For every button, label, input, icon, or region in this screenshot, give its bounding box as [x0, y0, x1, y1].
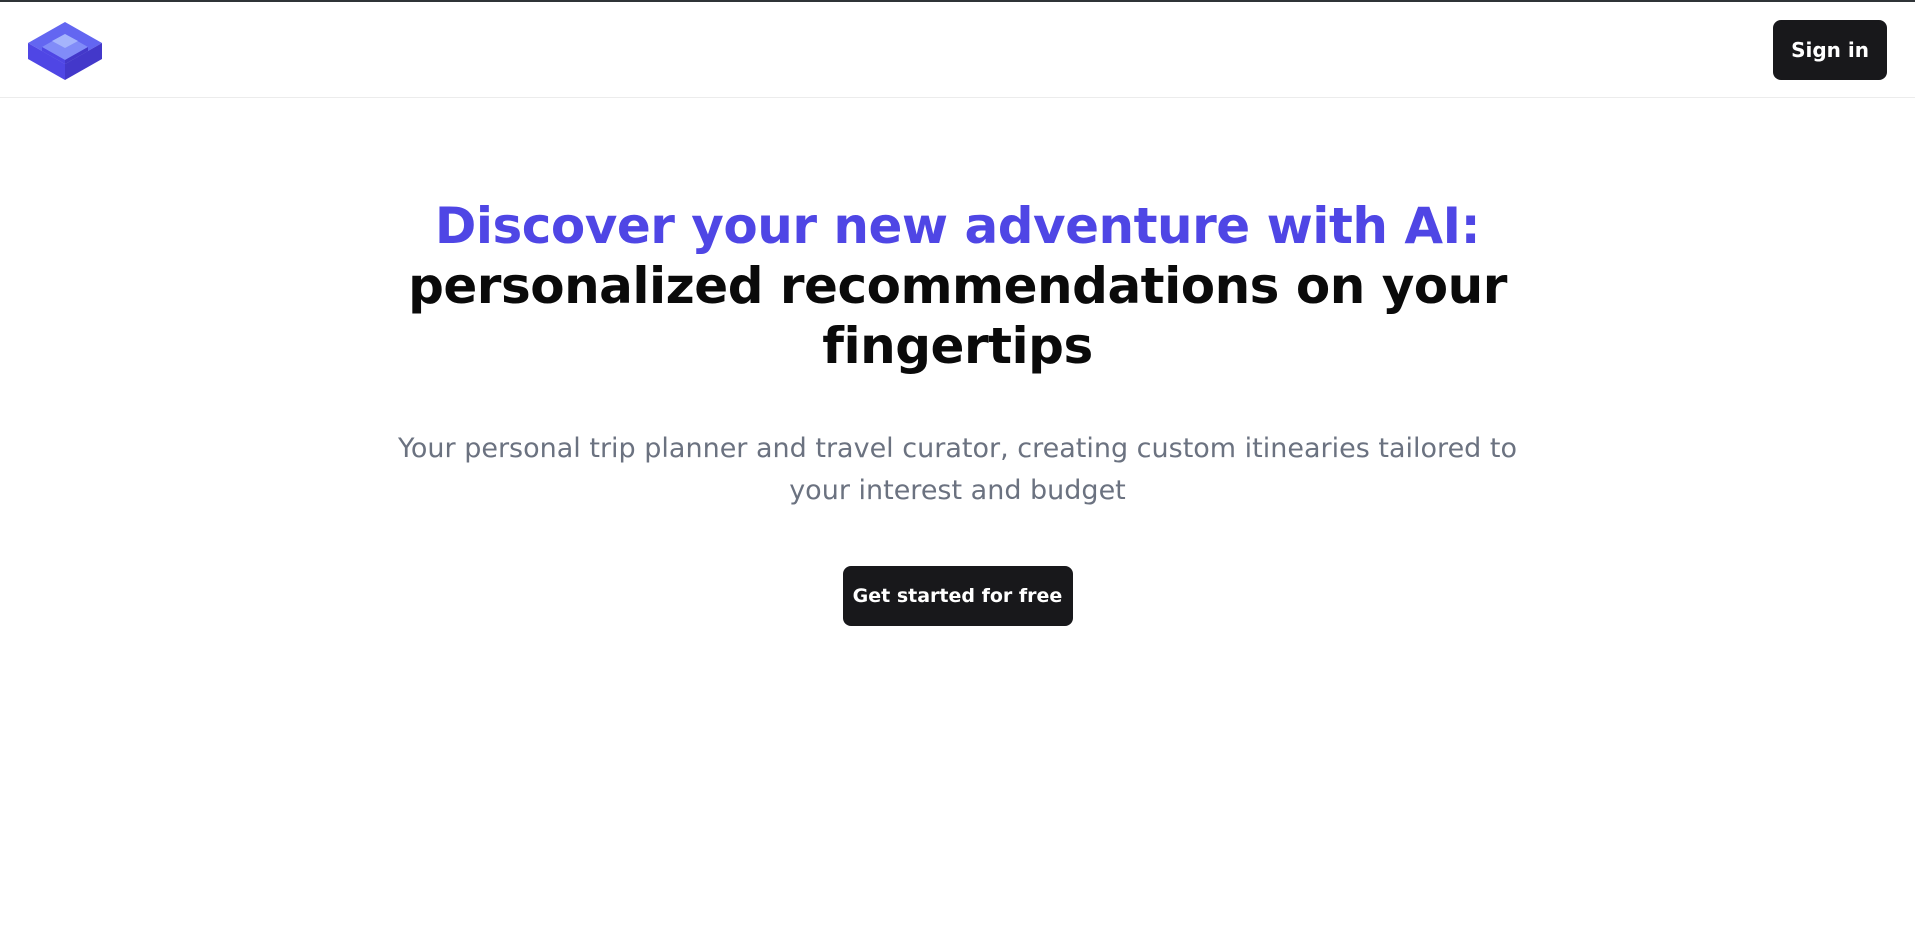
get-started-button[interactable]: Get started for free	[842, 566, 1073, 626]
hero-subtitle: Your personal trip planner and travel cu…	[397, 433, 1518, 506]
hero-section: Discover your new adventure with AI: per…	[0, 196, 1915, 626]
stacked-layers-icon	[28, 22, 102, 80]
navbar: Sign in	[0, 2, 1915, 98]
hero-headline: Discover your new adventure with AI: per…	[408, 196, 1508, 376]
sign-in-button[interactable]: Sign in	[1773, 20, 1887, 80]
logo[interactable]	[26, 20, 104, 82]
headline-rest: personalized recommendations on your fin…	[408, 257, 1507, 375]
headline-accent: Discover your new adventure with AI:	[434, 197, 1481, 255]
